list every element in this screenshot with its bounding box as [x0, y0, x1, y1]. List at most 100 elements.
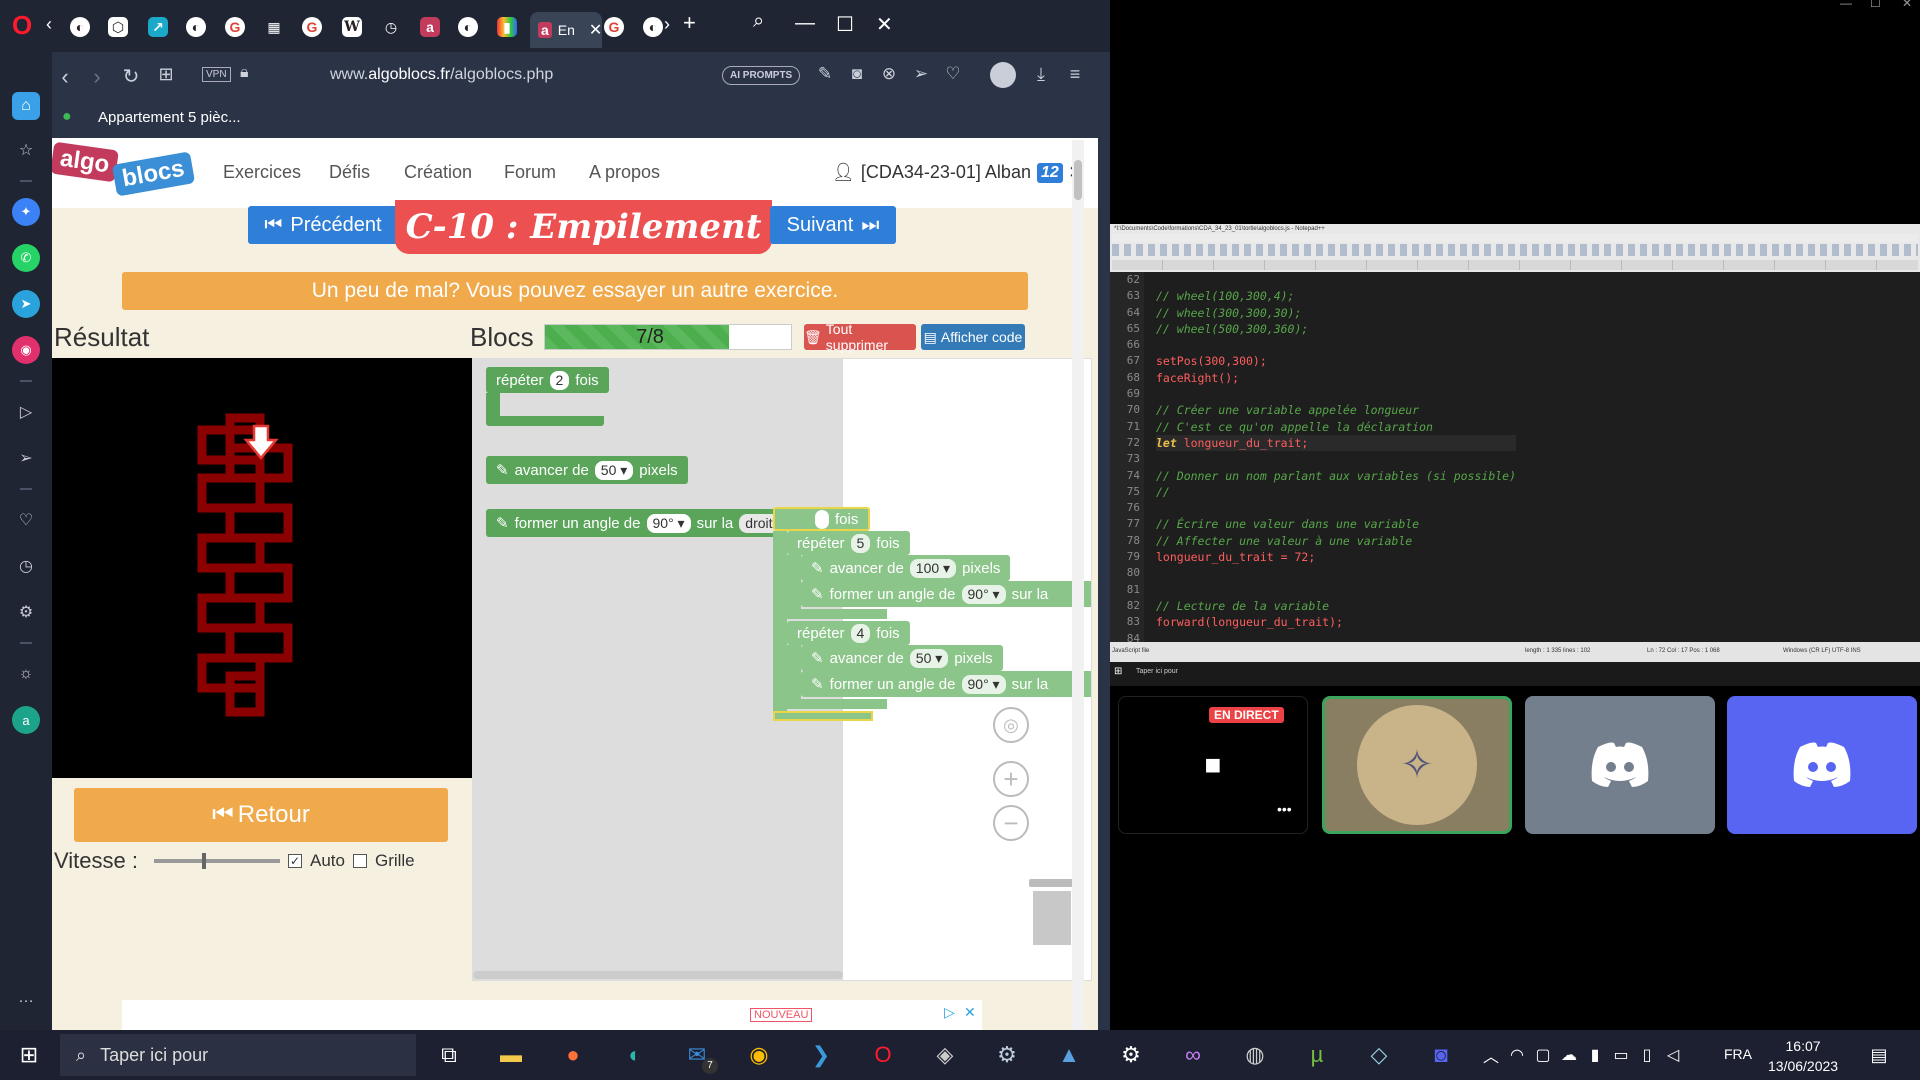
tab-close-icon[interactable]: ✕ — [589, 20, 602, 40]
reload-icon[interactable]: ↻ — [118, 64, 144, 89]
tab-active[interactable]: a En ✕ — [530, 12, 602, 48]
task-view-icon[interactable]: ⧉ — [436, 1042, 462, 1068]
page-scrollbar[interactable] — [1072, 140, 1084, 1030]
ws-forward2-value[interactable]: 50 ▾ — [909, 648, 949, 668]
code-line[interactable]: // Créer une variable appelée longueur — [1156, 402, 1516, 418]
code-line[interactable] — [1156, 500, 1516, 516]
rainbow-tab-icon[interactable]: ▮ — [497, 17, 517, 37]
live-stream-tile[interactable]: EN DIRECT ■ ••• — [1118, 696, 1308, 834]
code-line[interactable]: longueur_du_trait = 72; — [1156, 549, 1516, 565]
settings-icon[interactable]: ⚙ — [1118, 1042, 1144, 1068]
nav-apropos[interactable]: A propos — [589, 162, 660, 183]
heart-icon[interactable]: ♡ — [12, 506, 40, 534]
code-line[interactable]: // wheel(500,300,360); — [1156, 321, 1516, 337]
code-line[interactable]: // wheel(100,300,4); — [1156, 288, 1516, 304]
code-line[interactable]: setPos(300,300); — [1156, 353, 1516, 369]
app-icon-4[interactable]: ◇ — [1366, 1042, 1392, 1068]
system-clock[interactable]: 16:07 13/06/2023 — [1768, 1036, 1838, 1076]
ws-turn2-block[interactable]: ✎ former un angle de 90° ▾ sur la — [801, 671, 1091, 697]
edit-icon[interactable]: ✎ — [812, 64, 838, 84]
discord-tile-blurple[interactable] — [1727, 696, 1917, 834]
code-line[interactable]: // C'est ce qu'on appelle la déclaration — [1156, 419, 1516, 435]
vscode-icon[interactable]: ❯ — [808, 1042, 834, 1068]
code-line[interactable]: // Donner un nom parlant aux variables (… — [1156, 468, 1516, 484]
taskbar-search[interactable]: ⌕ Taper ici pour — [60, 1034, 416, 1076]
app-icon-1[interactable]: ◈ — [932, 1042, 958, 1068]
ws-forward1-block[interactable]: ✎ avancer de 100 ▾ pixels — [801, 555, 1011, 581]
tab-scroll-right-icon[interactable]: › — [664, 14, 670, 35]
speed-slider[interactable] — [153, 853, 280, 869]
photos-icon[interactable]: ▲ — [1056, 1042, 1082, 1068]
home-icon[interactable]: ⌂ — [12, 92, 40, 120]
code-line[interactable]: let longueur_du_trait; — [1156, 434, 1517, 452]
code-editor[interactable]: 62 63 64 65 66 67 68 69 70 71 72 73 74 75 76 77 78 79 80 81… — [1110, 272, 1920, 645]
ws-outer-repeat-block[interactable]: fois — [773, 507, 871, 531]
auto-checkbox[interactable]: ✓ — [287, 854, 302, 868]
opera-icon[interactable]: O — [870, 1042, 896, 1068]
code-line[interactable]: // Écrire une valeur dans une variable — [1156, 516, 1516, 532]
next-button[interactable]: Suivant ⏭︎ — [770, 206, 896, 244]
nav-exercices[interactable]: Exercices — [223, 162, 301, 183]
workspace-hscrollbar[interactable] — [473, 971, 843, 979]
tab-icon-3[interactable]: ↗ — [148, 17, 168, 37]
google-icon[interactable]: G — [225, 17, 245, 37]
maximize-icon[interactable]: ☐ — [1870, 0, 1881, 10]
repeat-count[interactable]: 2 — [549, 370, 570, 390]
app-icon-2[interactable]: ∞ — [1180, 1042, 1206, 1068]
display-icon[interactable]: ▭ — [1608, 1042, 1634, 1068]
notepadpp-tabs[interactable] — [1112, 260, 1918, 270]
edge-icon[interactable]: ◐ — [622, 1042, 648, 1068]
lightbulb-icon[interactable]: ☼ — [12, 660, 40, 688]
recenter-icon[interactable]: ◎ — [993, 707, 1029, 743]
cloud-icon[interactable]: ☁ — [1556, 1042, 1582, 1068]
windows-start-icon[interactable]: ⊞ — [16, 1042, 42, 1068]
ws-forward1-value[interactable]: 100 ▾ — [909, 558, 957, 578]
nav-forum[interactable]: Forum — [504, 162, 556, 183]
site-logo[interactable]: algo blocs — [52, 141, 202, 201]
file-explorer-icon[interactable]: ▬ — [498, 1042, 524, 1068]
google-icon[interactable]: G — [302, 17, 322, 37]
notifications-icon[interactable]: ▤ — [1866, 1042, 1892, 1068]
steam-icon[interactable]: ⚙ — [994, 1042, 1020, 1068]
code-line[interactable]: // — [1156, 484, 1516, 500]
chrome-icon[interactable]: ◉ — [746, 1042, 772, 1068]
whatsapp-icon[interactable]: ✆ — [12, 244, 40, 272]
hint-banner[interactable]: Un peu de mal? Vous pouvez essayer un au… — [122, 272, 1028, 310]
code-line[interactable]: // Lecture de la variable — [1156, 598, 1516, 614]
turn-angle[interactable]: 90° ▾ — [646, 513, 691, 533]
language-indicator[interactable]: FRA — [1724, 1046, 1752, 1062]
messenger-icon[interactable]: ✦ — [12, 198, 40, 226]
algoblocs-tab-icon[interactable]: a — [420, 17, 440, 37]
firefox-icon[interactable]: ● — [560, 1042, 586, 1068]
new-tab-icon[interactable]: + — [683, 10, 696, 36]
ws-forward2-block[interactable]: ✎ avancer de 50 ▾ pixels — [801, 645, 1003, 671]
tabs-grid-icon[interactable]: ⊞ — [153, 64, 179, 85]
bookmark-item[interactable]: Appartement 5 pièc... — [98, 109, 241, 126]
utorrent-icon[interactable]: µ — [1304, 1042, 1330, 1068]
nav-defis[interactable]: Défis — [329, 162, 370, 183]
code-line[interactable] — [1156, 386, 1516, 402]
tray-expand-icon[interactable]: ︿ — [1478, 1042, 1504, 1068]
ws-repeat2-block[interactable]: répéter 4 fois — [787, 621, 910, 645]
zoom-out-icon[interactable]: − — [993, 805, 1029, 841]
flyout-forward-block[interactable]: ✎ avancer de 50 ▾ pixels — [486, 456, 688, 484]
telegram-icon[interactable]: ➤ — [12, 290, 40, 318]
nav-creation[interactable]: Création — [404, 162, 472, 183]
ad-banner[interactable]: NOUVEAU ▷ ✕ — [122, 1000, 982, 1030]
notepadpp-menu[interactable] — [1112, 234, 1918, 242]
ws-turn1-angle[interactable]: 90° ▾ — [961, 584, 1006, 604]
tab-scroll-left-icon[interactable]: ‹ — [46, 14, 52, 35]
send-icon[interactable]: ➢ — [12, 444, 40, 472]
blocks-workspace[interactable]: répéter 2 fois ✎ avancer de 50 ▾ pixels … — [472, 358, 1092, 981]
minimize-icon[interactable]: — — [795, 12, 815, 35]
microphone-icon[interactable]: ▮ — [1582, 1042, 1608, 1068]
code-line[interactable] — [1156, 451, 1516, 467]
forward-icon[interactable]: › — [84, 64, 110, 90]
profile-icon[interactable] — [990, 62, 1016, 88]
ai-prompts-button[interactable]: AI PROMPTS — [722, 66, 801, 85]
ws-repeat1-block[interactable]: répéter 5 fois — [787, 531, 910, 555]
apps-icon[interactable]: ▦ — [264, 17, 284, 37]
delete-all-button[interactable]: 🗑︎ Tout supprimer — [804, 321, 916, 353]
code-line[interactable] — [1156, 337, 1516, 353]
code-line[interactable]: faceRight(); — [1156, 370, 1516, 386]
